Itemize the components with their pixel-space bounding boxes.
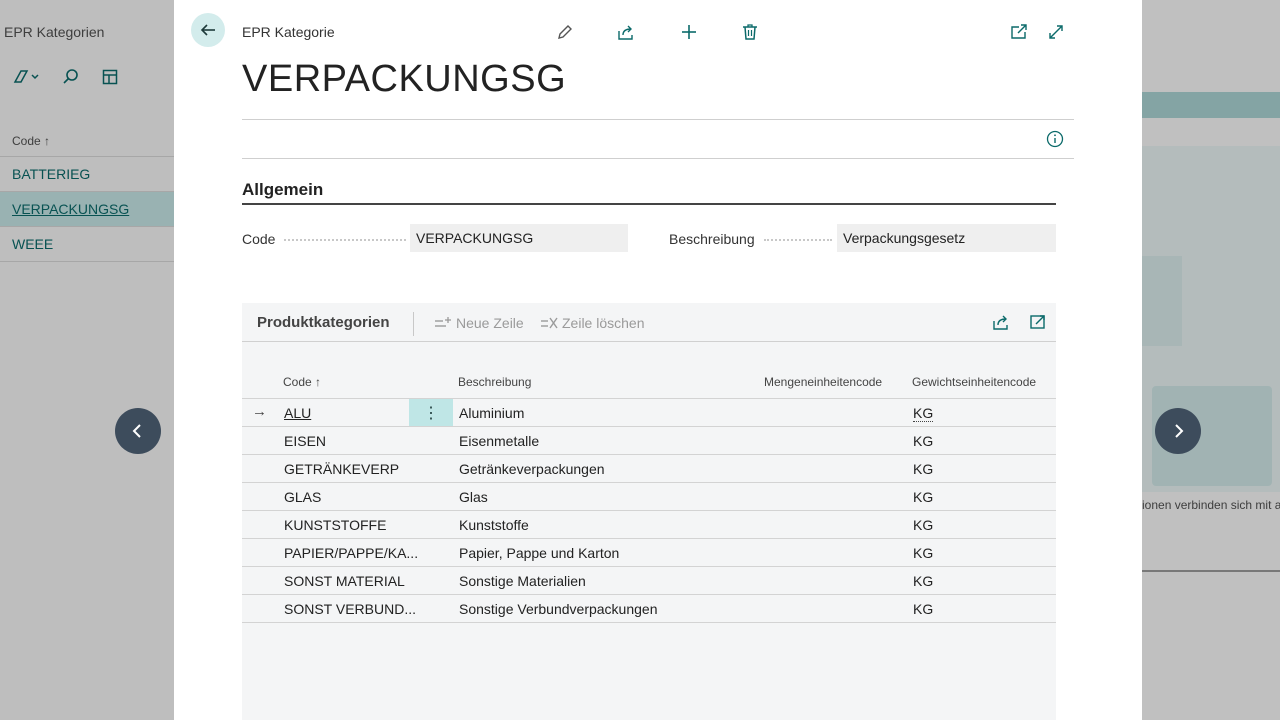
chevron-left-icon — [132, 424, 141, 438]
row-description[interactable]: Eisenmetalle — [459, 433, 539, 449]
row-description[interactable]: Sonstige Verbundverpackungen — [459, 601, 657, 617]
row-actions-button[interactable]: ⋮ — [409, 399, 453, 426]
row-code[interactable]: ALU — [284, 405, 311, 421]
table-row[interactable]: SONST VERBUND... Sonstige Verbundverpack… — [242, 594, 1056, 623]
row-code[interactable]: PAPIER/PAPPE/KA... — [284, 545, 418, 561]
new-line-label: Neue Zeile — [456, 315, 524, 331]
info-icon — [1046, 130, 1064, 148]
row-weight-uom[interactable]: KG — [913, 405, 934, 422]
section-title-general[interactable]: Allgemein — [242, 180, 323, 200]
product-categories-part: Produktkategorien Neue Zeile Zeile lösch… — [242, 303, 1056, 720]
row-description[interactable]: Sonstige Materialien — [459, 573, 586, 589]
description-field[interactable]: Verpackungsgesetz — [837, 224, 1056, 252]
arrow-left-icon — [200, 24, 215, 36]
expand-button[interactable] — [1045, 21, 1067, 43]
section-underline — [242, 203, 1056, 205]
part-header-separator — [413, 312, 414, 336]
product-categories-grid: → ALU ⋮ Aluminium KG EISEN Eisenmetalle … — [242, 398, 1056, 623]
table-row[interactable]: GLAS Glas KG — [242, 482, 1056, 510]
part-share-button[interactable] — [990, 311, 1012, 333]
column-header-weight-uom[interactable]: Gewichtseinheitencode — [912, 375, 1036, 389]
column-header-qty-uom[interactable]: Mengeneinheitencode — [764, 375, 882, 389]
delete-button[interactable] — [739, 21, 761, 43]
new-line-icon — [435, 317, 451, 327]
row-weight-uom[interactable]: KG — [913, 601, 933, 617]
dotted-leader — [764, 239, 832, 241]
code-field[interactable]: VERPACKUNGSG — [410, 224, 628, 252]
column-header-code[interactable]: Code ↑ — [283, 375, 321, 389]
open-in-new-window-icon — [1011, 24, 1027, 39]
row-description[interactable]: Glas — [459, 489, 488, 505]
share-icon — [993, 315, 1008, 330]
row-code[interactable]: GLAS — [284, 489, 321, 505]
code-label: Code — [242, 231, 276, 247]
trash-icon — [743, 24, 757, 40]
row-description[interactable]: Aluminium — [459, 405, 524, 421]
row-weight-uom[interactable]: KG — [913, 489, 933, 505]
part-title: Produktkategorien — [257, 314, 390, 331]
row-weight-uom[interactable]: KG — [913, 545, 933, 561]
info-button[interactable] — [1044, 128, 1066, 150]
open-in-new-window-button[interactable] — [1008, 21, 1030, 43]
row-weight-uom[interactable]: KG — [913, 573, 933, 589]
row-code[interactable]: EISEN — [284, 433, 326, 449]
card-dialog: EPR Kategorie VERPACKUNGSG Allgemein Cod… — [174, 0, 1142, 720]
row-code[interactable]: KUNSTSTOFFE — [284, 517, 386, 533]
new-line-button[interactable]: Neue Zeile — [434, 315, 524, 331]
row-weight-uom[interactable]: KG — [913, 433, 933, 449]
delete-line-button[interactable]: Zeile löschen — [540, 315, 645, 331]
pencil-icon — [558, 25, 572, 39]
table-row-active[interactable]: → ALU ⋮ Aluminium KG — [242, 398, 1056, 426]
next-record-button[interactable] — [1155, 408, 1201, 454]
previous-record-button[interactable] — [115, 408, 161, 454]
row-weight-uom[interactable]: KG — [913, 461, 933, 477]
row-description[interactable]: Papier, Pappe und Karton — [459, 545, 619, 561]
delete-line-icon — [541, 317, 558, 329]
share-button[interactable] — [615, 21, 637, 43]
part-expand-button[interactable] — [1027, 311, 1049, 333]
page-title: VERPACKUNGSG — [242, 58, 567, 100]
table-row[interactable]: GETRÄNKEVERP Getränkeverpackungen KG — [242, 454, 1056, 482]
part-header: Produktkategorien Neue Zeile Zeile lösch… — [242, 303, 1056, 342]
more-vertical-icon: ⋮ — [423, 404, 439, 422]
row-description[interactable]: Kunststoffe — [459, 517, 529, 533]
entity-label: EPR Kategorie — [242, 24, 335, 40]
chevron-right-icon — [1175, 424, 1184, 438]
row-description[interactable]: Getränkeverpackungen — [459, 461, 605, 477]
expand-icon — [1049, 25, 1063, 39]
table-row[interactable]: EISEN Eisenmetalle KG — [242, 426, 1056, 454]
current-row-arrow-icon: → — [252, 403, 267, 420]
row-code[interactable]: SONST VERBUND... — [284, 601, 416, 617]
row-code[interactable]: GETRÄNKEVERP — [284, 461, 399, 477]
header-divider — [242, 119, 1074, 120]
share-icon — [618, 25, 633, 40]
table-row[interactable]: SONST MATERIAL Sonstige Materialien KG — [242, 566, 1056, 594]
dotted-leader — [284, 239, 406, 241]
row-weight-uom[interactable]: KG — [913, 517, 933, 533]
column-header-description[interactable]: Beschreibung — [458, 375, 531, 389]
plus-icon — [682, 25, 696, 39]
new-button[interactable] — [678, 21, 700, 43]
factbox-divider — [242, 158, 1074, 159]
row-code[interactable]: SONST MATERIAL — [284, 573, 405, 589]
delete-line-label: Zeile löschen — [562, 315, 645, 331]
table-row[interactable]: KUNSTSTOFFE Kunststoffe KG — [242, 510, 1056, 538]
open-in-new-window-icon — [1030, 315, 1045, 329]
edit-button[interactable] — [554, 21, 576, 43]
table-row[interactable]: PAPIER/PAPPE/KA... Papier, Pappe und Kar… — [242, 538, 1056, 566]
description-label: Beschreibung — [669, 231, 755, 247]
back-button[interactable] — [191, 13, 225, 47]
